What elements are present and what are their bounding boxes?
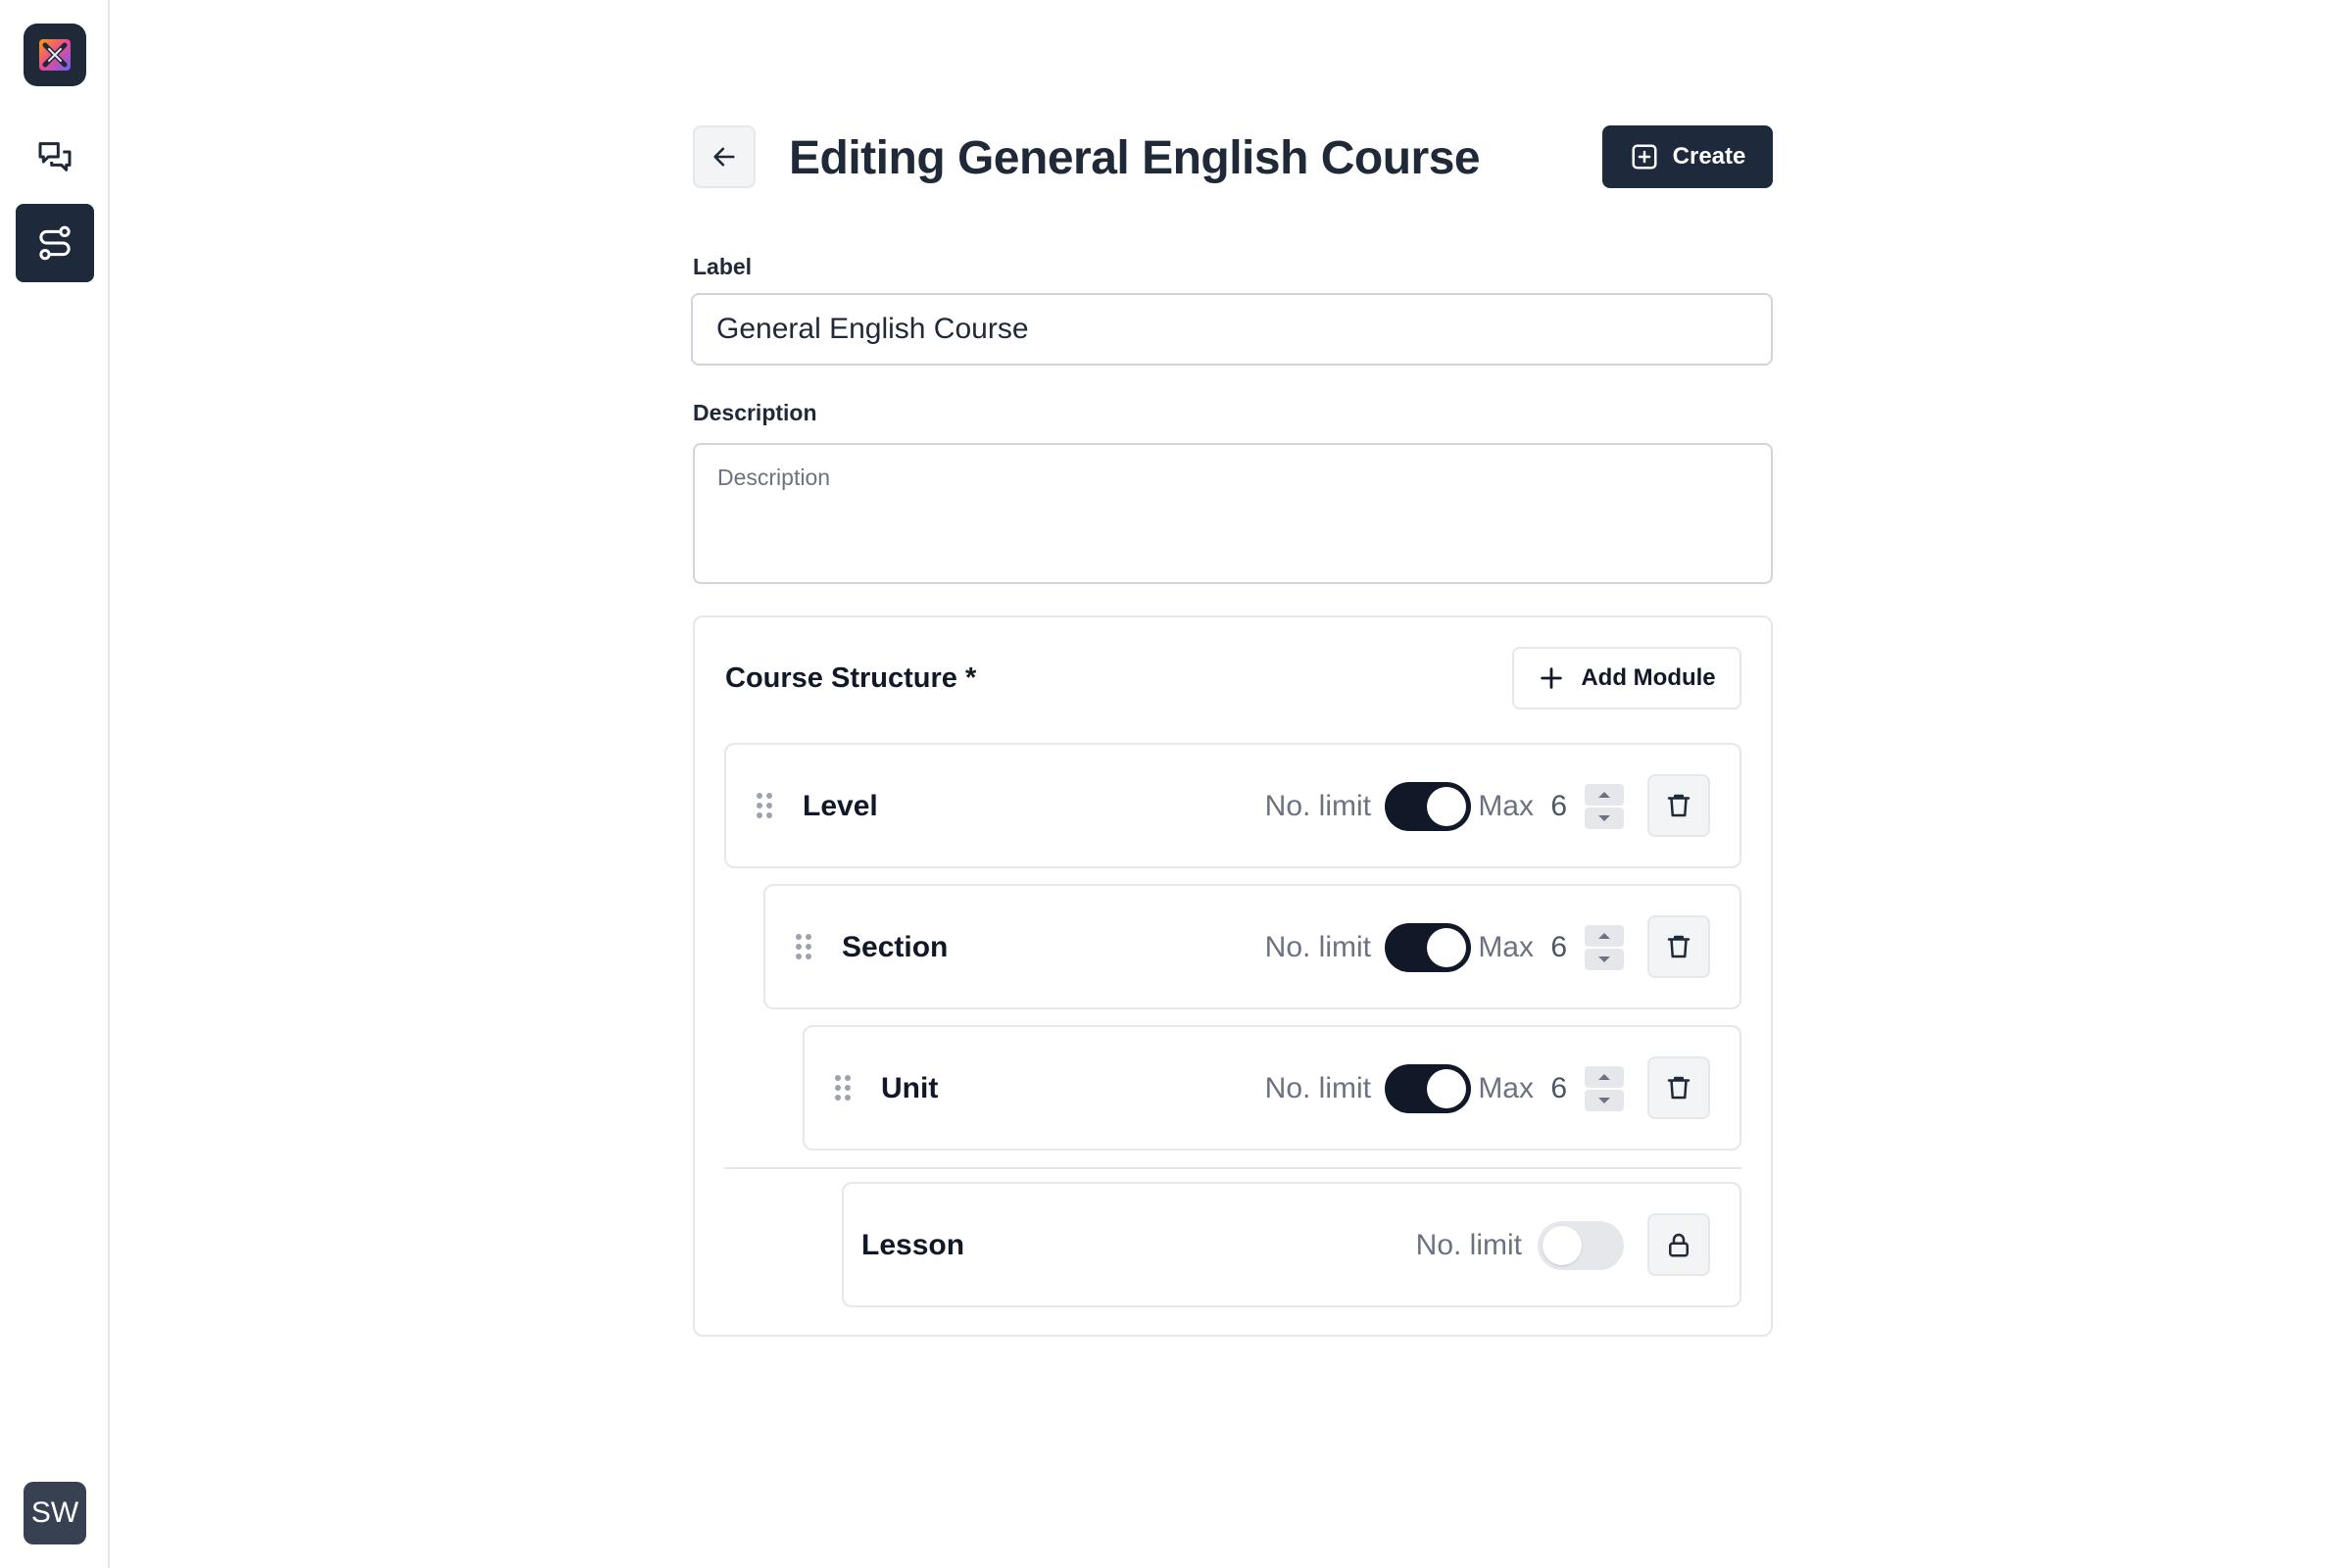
caret-up-icon <box>1598 1074 1610 1080</box>
max-stepper[interactable] <box>1585 784 1624 829</box>
logo-mark-icon <box>39 39 71 71</box>
module-name: Section <box>842 931 949 963</box>
create-button[interactable]: Create <box>1602 125 1773 188</box>
no-limit-label: No. limit <box>1264 1072 1371 1104</box>
no-limit-label: No. limit <box>1264 790 1371 822</box>
label-input-value: General English Course <box>716 313 1029 345</box>
app-logo[interactable] <box>24 24 86 86</box>
chat-bubbles-icon <box>38 142 72 172</box>
description-textarea[interactable]: Description <box>693 443 1773 584</box>
trash-icon <box>1667 935 1690 958</box>
route-icon <box>39 225 71 261</box>
caret-down-icon <box>1598 1098 1610 1103</box>
no-limit-label: No. limit <box>1415 1229 1522 1261</box>
add-module-label: Add Module <box>1581 664 1716 691</box>
arrow-left-icon <box>713 147 735 167</box>
limit-toggle[interactable] <box>1385 782 1471 831</box>
add-module-button[interactable]: Add Module <box>1512 647 1741 710</box>
sidebar: SW <box>0 0 110 1568</box>
page-title: Editing General English Course <box>789 132 1481 184</box>
delete-module-button[interactable] <box>1647 915 1710 978</box>
drag-handle-icon[interactable] <box>795 933 812 960</box>
max-label: Max <box>1478 931 1534 963</box>
limit-toggle[interactable] <box>1385 1064 1471 1113</box>
course-structure-title: Course Structure * <box>725 662 977 694</box>
caret-down-icon <box>1598 956 1610 962</box>
max-stepper[interactable] <box>1585 925 1624 970</box>
delete-module-button[interactable] <box>1647 1056 1710 1119</box>
create-button-label: Create <box>1672 143 1746 170</box>
max-label: Max <box>1478 1072 1534 1104</box>
locked-module-button[interactable] <box>1647 1213 1710 1276</box>
description-field-label: Description <box>693 400 817 425</box>
avatar-initials: SW <box>30 1496 79 1529</box>
module-name: Unit <box>881 1072 939 1104</box>
stepper-up[interactable] <box>1585 1066 1624 1088</box>
max-value[interactable]: 6 <box>1550 931 1567 964</box>
label-field-label: Label <box>693 254 753 279</box>
trash-icon <box>1667 794 1690 817</box>
toggle-knob <box>1427 1069 1466 1108</box>
trash-icon <box>1667 1076 1690 1100</box>
module-name: Lesson <box>861 1229 965 1261</box>
module-row-unit: Unit No. limit Max 6 <box>803 1025 1741 1151</box>
nav-chat-button[interactable] <box>16 118 94 196</box>
limit-toggle[interactable] <box>1385 923 1471 972</box>
structure-divider <box>724 1167 1741 1169</box>
stepper-down[interactable] <box>1585 1090 1624 1111</box>
caret-down-icon <box>1598 815 1610 821</box>
toggle-knob <box>1427 928 1466 967</box>
module-name: Level <box>803 790 878 822</box>
caret-up-icon <box>1598 933 1610 939</box>
lock-icon <box>1669 1233 1689 1257</box>
plus-icon <box>1541 667 1563 689</box>
label-input[interactable]: General English Course <box>691 293 1773 366</box>
max-value[interactable]: 6 <box>1550 790 1567 823</box>
max-label: Max <box>1478 790 1534 822</box>
avatar[interactable]: SW <box>24 1482 86 1544</box>
nav-workflows-button[interactable] <box>16 204 94 282</box>
limit-toggle[interactable] <box>1538 1221 1624 1270</box>
max-stepper[interactable] <box>1585 1066 1624 1111</box>
back-button[interactable] <box>693 125 756 188</box>
drag-handle-icon[interactable] <box>756 792 773 819</box>
plus-square-icon <box>1632 144 1657 170</box>
caret-up-icon <box>1598 792 1610 798</box>
module-row-section: Section No. limit Max 6 <box>763 884 1741 1009</box>
no-limit-label: No. limit <box>1264 931 1371 963</box>
stepper-down[interactable] <box>1585 949 1624 970</box>
toggle-knob <box>1427 787 1466 826</box>
module-row-level: Level No. limit Max 6 <box>724 743 1741 868</box>
toggle-knob <box>1543 1226 1582 1265</box>
page-header: Editing General English Course Create <box>693 125 1773 188</box>
stepper-down[interactable] <box>1585 808 1624 829</box>
course-structure-card: Course Structure * Add Module Level No. … <box>693 615 1773 1337</box>
drag-handle-icon[interactable] <box>834 1074 852 1102</box>
module-row-lesson: Lesson No. limit <box>842 1182 1741 1307</box>
stepper-up[interactable] <box>1585 925 1624 947</box>
max-value[interactable]: 6 <box>1550 1072 1567 1105</box>
description-placeholder: Description <box>717 465 831 490</box>
stepper-up[interactable] <box>1585 784 1624 806</box>
delete-module-button[interactable] <box>1647 774 1710 837</box>
